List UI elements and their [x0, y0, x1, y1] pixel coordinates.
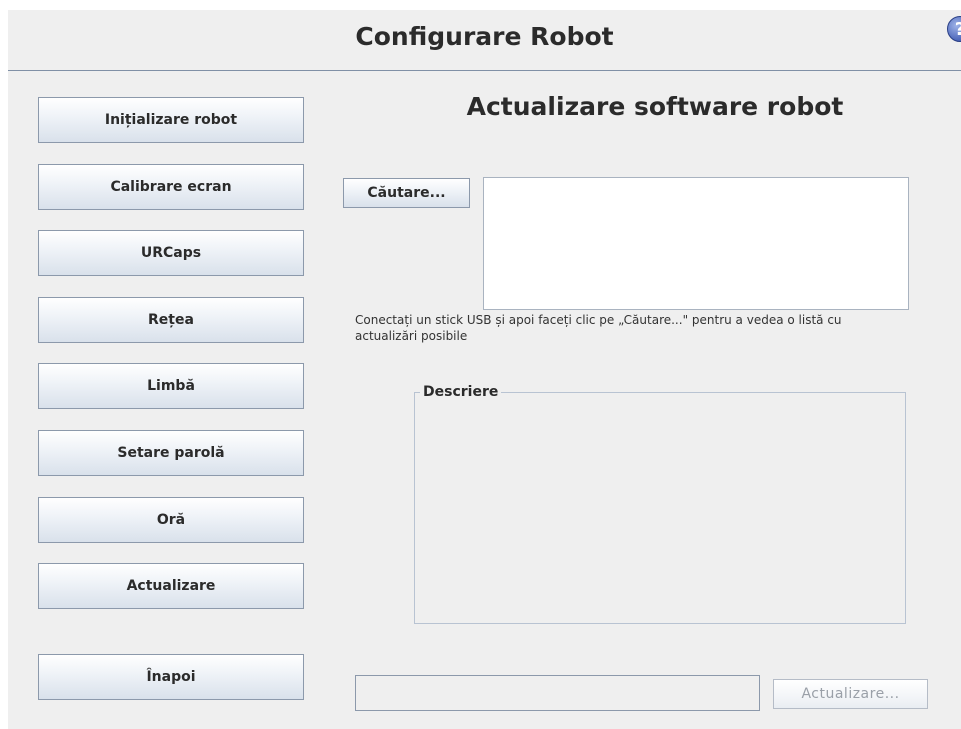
- section-title: Actualizare software robot: [466, 92, 844, 121]
- sidebar-item-update[interactable]: Actualizare: [38, 563, 304, 609]
- update-list[interactable]: [483, 177, 909, 310]
- usb-hint-line-1: Conectați un stick USB și apoi faceți cl…: [355, 313, 842, 327]
- page-title: Configurare Robot: [355, 22, 614, 51]
- search-button[interactable]: Căutare...: [343, 178, 470, 208]
- sidebar-item-screen-calibration[interactable]: Calibrare ecran: [38, 164, 304, 210]
- sidebar-item-time[interactable]: Oră: [38, 497, 304, 543]
- sidebar-item-language[interactable]: Limbă: [38, 363, 304, 409]
- usb-hint-line-2: actualizări posibile: [355, 329, 468, 343]
- usb-hint-text: Conectați un stick USB și apoi faceți cl…: [355, 312, 961, 344]
- sidebar-item-urcaps[interactable]: URCaps: [38, 230, 304, 276]
- setup-robot-window: Configurare Robot ? Inițializare robot C…: [8, 10, 961, 729]
- sidebar-item-initialize-robot[interactable]: Inițializare robot: [38, 97, 304, 143]
- apply-update-button[interactable]: Actualizare...: [773, 679, 928, 709]
- back-button[interactable]: Înapoi: [38, 654, 304, 700]
- sidebar-item-set-password[interactable]: Setare parolă: [38, 430, 304, 476]
- description-legend: Descriere: [420, 384, 502, 400]
- header-bar: Configurare Robot ?: [8, 10, 961, 71]
- description-panel: Descriere: [414, 384, 906, 624]
- update-file-path-field: [355, 675, 760, 711]
- sidebar-item-network[interactable]: Rețea: [38, 297, 304, 343]
